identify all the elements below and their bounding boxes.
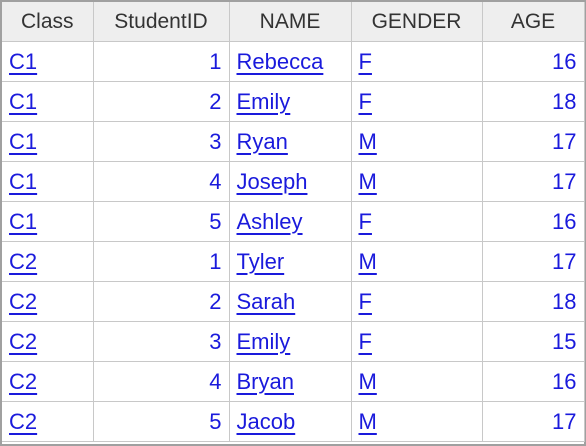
class-cell[interactable]: C1	[2, 161, 94, 202]
class-link[interactable]: C2	[9, 289, 37, 314]
name-link[interactable]: Tyler	[237, 249, 285, 274]
gender-cell[interactable]: F	[351, 41, 483, 82]
name-link[interactable]: Rebecca	[237, 49, 324, 74]
age-cell: 15	[482, 321, 585, 362]
class-cell[interactable]: C2	[2, 241, 94, 282]
name-link[interactable]: Emily	[237, 329, 291, 354]
name-link[interactable]: Sarah	[237, 289, 296, 314]
column-header-class[interactable]: Class	[2, 2, 94, 42]
student-id-cell: 3	[93, 321, 230, 362]
student-id-cell: 5	[93, 201, 230, 242]
name-cell[interactable]: Sarah	[229, 281, 352, 322]
gender-cell[interactable]: M	[351, 401, 483, 442]
class-link[interactable]: C1	[9, 89, 37, 114]
class-cell[interactable]: C2	[2, 281, 94, 322]
column-header-age[interactable]: AGE	[482, 2, 585, 42]
header-row: Class StudentID NAME GENDER AGE	[2, 2, 585, 42]
gender-cell[interactable]: M	[351, 361, 483, 402]
gender-link[interactable]: F	[359, 329, 372, 354]
name-cell[interactable]: Jacob	[229, 401, 352, 442]
name-cell[interactable]: Ashley	[229, 201, 352, 242]
student-id-cell: 5	[93, 401, 230, 442]
table-row: C1 4 Joseph M 17	[2, 161, 585, 202]
class-cell[interactable]: C1	[2, 121, 94, 162]
name-cell[interactable]: Tyler	[229, 241, 352, 282]
gender-link[interactable]: M	[359, 369, 377, 394]
column-header-name[interactable]: NAME	[229, 2, 352, 42]
gender-link[interactable]: M	[359, 129, 377, 154]
gender-link[interactable]: F	[359, 209, 372, 234]
age-cell: 18	[482, 281, 585, 322]
column-header-student-id[interactable]: StudentID	[93, 2, 230, 42]
gender-link[interactable]: M	[359, 169, 377, 194]
name-cell[interactable]: Ryan	[229, 121, 352, 162]
name-cell[interactable]: Emily	[229, 81, 352, 122]
gender-cell[interactable]: F	[351, 201, 483, 242]
data-grid: Class StudentID NAME GENDER AGE C1 1 Reb…	[0, 0, 586, 446]
name-link[interactable]: Ashley	[237, 209, 303, 234]
age-cell: 16	[482, 361, 585, 402]
column-header-gender[interactable]: GENDER	[351, 2, 483, 42]
name-link[interactable]: Ryan	[237, 129, 288, 154]
table-row: C2 2 Sarah F 18	[2, 281, 585, 322]
name-link[interactable]: Emily	[237, 89, 291, 114]
student-id-cell: 4	[93, 161, 230, 202]
class-cell[interactable]: C2	[2, 321, 94, 362]
table-row: C2 4 Bryan M 16	[2, 361, 585, 402]
table-row: C1 1 Rebecca F 16	[2, 41, 585, 82]
student-id-cell: 1	[93, 41, 230, 82]
name-cell[interactable]: Rebecca	[229, 41, 352, 82]
class-link[interactable]: C2	[9, 369, 37, 394]
gender-cell[interactable]: F	[351, 81, 483, 122]
gender-cell[interactable]: F	[351, 281, 483, 322]
age-cell: 17	[482, 401, 585, 442]
gender-cell[interactable]: M	[351, 241, 483, 282]
gender-cell[interactable]: F	[351, 321, 483, 362]
age-cell: 17	[482, 161, 585, 202]
student-id-cell: 3	[93, 121, 230, 162]
gender-link[interactable]: M	[359, 409, 377, 434]
class-link[interactable]: C1	[9, 49, 37, 74]
class-cell[interactable]: C1	[2, 201, 94, 242]
name-link[interactable]: Bryan	[237, 369, 294, 394]
class-link[interactable]: C2	[9, 409, 37, 434]
table-row: C2 1 Tyler M 17	[2, 241, 585, 282]
class-cell[interactable]: C1	[2, 81, 94, 122]
name-link[interactable]: Jacob	[237, 409, 296, 434]
gender-cell[interactable]: M	[351, 161, 483, 202]
name-cell[interactable]: Joseph	[229, 161, 352, 202]
gender-cell[interactable]: M	[351, 121, 483, 162]
class-link[interactable]: C2	[9, 329, 37, 354]
age-cell: 18	[482, 81, 585, 122]
table-row: C1 2 Emily F 18	[2, 81, 585, 122]
class-cell[interactable]: C1	[2, 41, 94, 82]
age-cell: 17	[482, 241, 585, 282]
student-id-cell: 2	[93, 81, 230, 122]
student-id-cell: 2	[93, 281, 230, 322]
class-link[interactable]: C1	[9, 209, 37, 234]
table-row: C1 3 Ryan M 17	[2, 121, 585, 162]
age-cell: 17	[482, 121, 585, 162]
class-link[interactable]: C1	[9, 169, 37, 194]
table-row: C1 5 Ashley F 16	[2, 201, 585, 242]
class-link[interactable]: C1	[9, 129, 37, 154]
class-link[interactable]: C2	[9, 249, 37, 274]
student-id-cell: 1	[93, 241, 230, 282]
age-cell: 16	[482, 41, 585, 82]
class-cell[interactable]: C2	[2, 361, 94, 402]
gender-link[interactable]: F	[359, 89, 372, 114]
table-row: C2 5 Jacob M 17	[2, 401, 585, 442]
gender-link[interactable]: F	[359, 289, 372, 314]
name-link[interactable]: Joseph	[237, 169, 308, 194]
gender-link[interactable]: F	[359, 49, 372, 74]
table-row: C2 3 Emily F 15	[2, 321, 585, 362]
name-cell[interactable]: Bryan	[229, 361, 352, 402]
class-cell[interactable]: C2	[2, 401, 94, 442]
student-id-cell: 4	[93, 361, 230, 402]
student-table: Class StudentID NAME GENDER AGE C1 1 Reb…	[2, 2, 585, 442]
name-cell[interactable]: Emily	[229, 321, 352, 362]
gender-link[interactable]: M	[359, 249, 377, 274]
age-cell: 16	[482, 201, 585, 242]
